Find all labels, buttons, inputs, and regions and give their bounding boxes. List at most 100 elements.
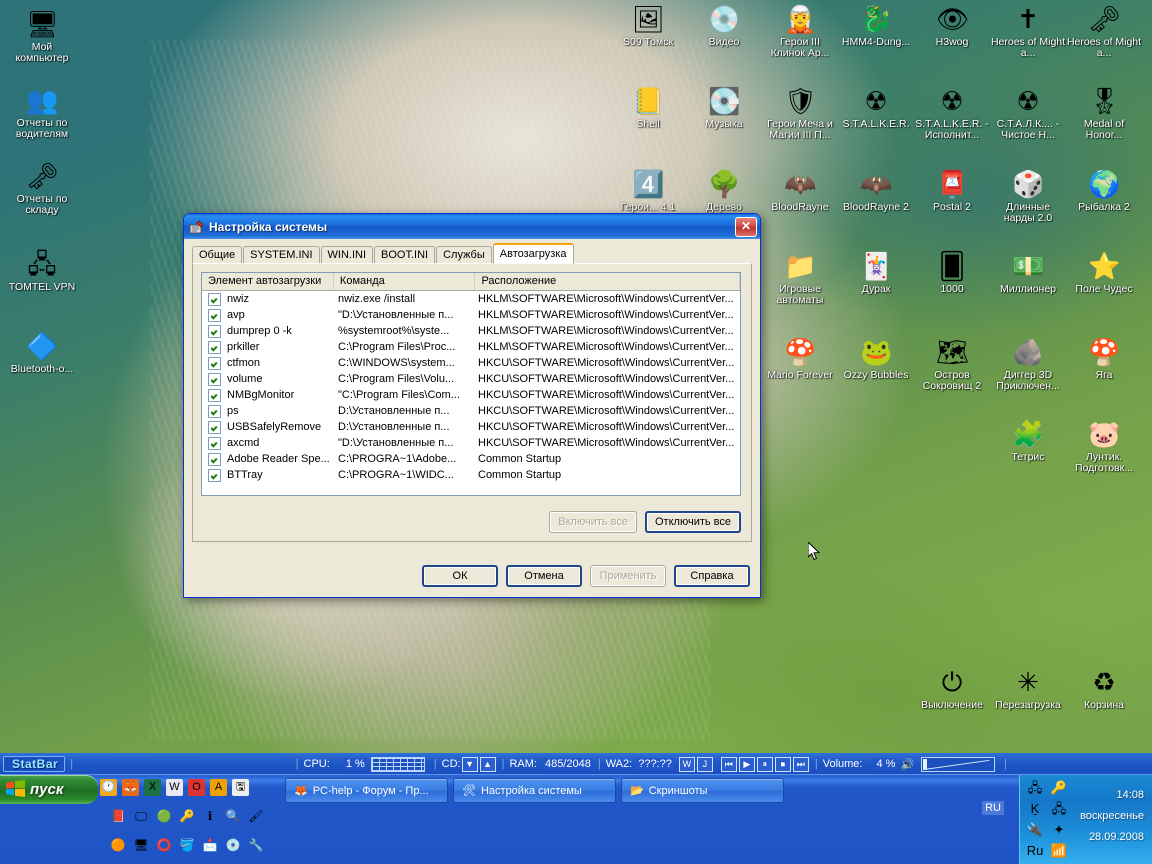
extra-tray-row-1[interactable]: 📕 🖵 🟢 🔑 ℹ 🔍 🖌 [110, 808, 264, 824]
column-header-0[interactable]: Элемент автозагрузки [202, 273, 334, 290]
desktop-icon-stalker-radiation-2-icon[interactable]: ☢ S.T.A.L.K.E.R. - Исполнит... [914, 85, 990, 141]
desktop-icon-application-icon[interactable]: 🖼 S09 Томск [610, 3, 686, 48]
desktop-icon-pole-chudes-icon[interactable]: ⭐ Поле Чудес [1066, 250, 1142, 295]
row-checkbox[interactable] [208, 420, 221, 434]
table-row[interactable]: ctfmon C:\WINDOWS\system... HKCU\SOFTWARE\… [202, 355, 740, 371]
desktop-icon-tree-icon[interactable]: 🌳 Дерево [686, 168, 762, 213]
statbar-toolbar[interactable]: StatBar | | CPU: 1 % | CD: ▼ ▲ | RAM: 48… [0, 753, 1152, 775]
dialog-tab-strip[interactable]: Общие SYSTEM.INI WIN.INI BOOT.INI Службы Авто… [192, 243, 575, 264]
cd-eject-up-icon[interactable]: ▲ [479, 756, 496, 772]
taskbar-window-2[interactable]: 📂 Скриншоты [621, 778, 784, 803]
media-play-icon[interactable]: ▶ [738, 756, 755, 772]
desktop-icon-fishing2-icon[interactable]: 🌍 Рыбалка 2 [1066, 168, 1142, 213]
desktop-icon-thousand-cards-icon[interactable]: 🂠 1000 [914, 250, 990, 295]
media-next-icon[interactable]: ⏭ [792, 756, 809, 772]
desktop-icon-dvd-folder-icon[interactable]: 💿 Видео [686, 3, 762, 48]
extra-tray-row-2[interactable]: 🟠 🖥 ⭕ 🪣 📩 💿 🔧 [110, 837, 264, 853]
extra-tray-a-icon-1[interactable]: 🖵 [133, 808, 149, 824]
taskbar-window-0[interactable]: 🦊 PC-help - Форум - Пр... [285, 778, 448, 803]
avira-icon[interactable]: A [210, 779, 227, 796]
desktop-icon-vpn-connection-icon[interactable]: 🖧 TOMTEL VPN [4, 248, 80, 293]
winamp-button-j[interactable]: J [696, 756, 713, 772]
winamp-button-w[interactable]: W [678, 756, 695, 772]
desktop-icon-shell-tc-icon[interactable]: 📒 Shell [610, 85, 686, 130]
clock-icon[interactable]: 🕐 [100, 779, 117, 796]
desktop-icon-warehouse-report-icon[interactable]: 🗝 Отчеты по складу [4, 160, 80, 216]
table-row[interactable]: USBSafelyRemove D:\Установленные п... HKCU… [202, 419, 740, 435]
taskbar-window-1[interactable]: 🛠 Настройка системы [453, 778, 616, 803]
desktop-icon-music-folder-icon[interactable]: 💽 Музыка [686, 85, 762, 130]
startup-list[interactable]: Элемент автозагрузки Команда Расположение … [201, 272, 741, 496]
row-checkbox[interactable] [208, 452, 221, 466]
extra-tray-a-icon-2[interactable]: 🟢 [156, 808, 172, 824]
row-checkbox[interactable] [208, 468, 221, 482]
desktop-icon-restart-icon[interactable]: ✳ Перезагрузка [990, 666, 1066, 711]
table-row[interactable]: BTTray C:\PROGRA~1\WIDC... Common Startup [202, 467, 740, 483]
extra-tray-a-icon-3[interactable]: 🔑 [179, 808, 195, 824]
desktop-icon-medal-of-honor-icon[interactable]: 🎖 Medal of Honor... [1066, 85, 1142, 141]
desktop-icon-hmm4-dungeon-icon[interactable]: 🐉 HMM4-Dung... [838, 3, 914, 48]
row-checkbox[interactable] [208, 388, 221, 402]
table-row[interactable]: nwiz nwiz.exe /install HKLM\SOFTWARE\Micro… [202, 291, 740, 307]
row-checkbox[interactable] [208, 356, 221, 370]
ok-button[interactable]: ОК [422, 565, 498, 587]
table-row[interactable]: dumprep 0 -k %systemroot%\syste... HKLM\SO… [202, 323, 740, 339]
tab-1[interactable]: SYSTEM.INI [243, 246, 320, 264]
extra-tray-a-icon-4[interactable]: ℹ [202, 808, 218, 824]
desktop-icon-heroes-might-2-icon[interactable]: 🗝 Heroes of Might a... [1066, 3, 1142, 59]
tab-0[interactable]: Общие [192, 246, 243, 264]
language-indicator[interactable]: RU [982, 801, 1004, 815]
close-icon[interactable]: ✕ [735, 216, 757, 237]
column-header-2[interactable]: Расположение [475, 273, 740, 290]
extra-tray-b-icon-6[interactable]: 🔧 [248, 837, 264, 853]
enable-all-button[interactable]: Включить все [549, 511, 637, 533]
tray-icon-6[interactable]: Ru [1026, 842, 1044, 860]
desktop-icon-ozzy-bubbles-icon[interactable]: 🐸 Ozzy Bubbles [838, 336, 914, 381]
table-row[interactable]: prkiller C:\Program Files\Proc... HKLM\SOF… [202, 339, 740, 355]
opera-icon[interactable]: O [188, 779, 205, 796]
tab-5[interactable]: Автозагрузка [492, 243, 574, 264]
winamp-mode-buttons[interactable]: WJ [678, 756, 714, 772]
tray-icon-0[interactable]: 🖧 [1026, 779, 1044, 797]
tray-icon-2[interactable]: Ḵ [1026, 800, 1044, 818]
table-row[interactable]: NMBgMonitor "C:\Program Files\Com... HKCU\… [202, 387, 740, 403]
table-row[interactable]: avp "D:\Установленные п... HKLM\SOFTWARE\M… [202, 307, 740, 323]
apply-button[interactable]: Применить [590, 565, 666, 587]
desktop-icon-bloodrayne-icon[interactable]: 🦇 BloodRayne [762, 168, 838, 213]
tab-4[interactable]: Службы [436, 246, 492, 264]
media-pause-icon[interactable]: ⏸ [756, 756, 773, 772]
tab-3[interactable]: BOOT.INI [374, 246, 436, 264]
desktop-icon-stalker-radiation-icon[interactable]: ☢ S.T.A.L.K.E.R. [838, 85, 914, 130]
desktop-icon-backgammon-icon[interactable]: 🎲 Длинные нарды 2.0 [990, 168, 1066, 224]
desktop-icon-my-computer-icon[interactable]: 🖥 Мой компьютер [4, 8, 80, 64]
row-checkbox[interactable] [208, 340, 221, 354]
table-row[interactable]: ps D:\Установленные п... HKCU\SOFTWARE\Mic… [202, 403, 740, 419]
desktop-icon-tetris-icon[interactable]: 🧩 Тетрис [990, 418, 1066, 463]
row-checkbox[interactable] [208, 404, 221, 418]
desktop-icon-heroes4-icon[interactable]: 4️⃣ Герои... 4.1 [610, 168, 686, 213]
save-icon[interactable]: 🖫 [232, 779, 249, 796]
desktop-icon-postal2-icon[interactable]: 📮 Postal 2 [914, 168, 990, 213]
column-header-1[interactable]: Команда [334, 273, 476, 290]
taskbar-window-buttons[interactable]: 🦊 PC-help - Форум - Пр... 🛠 Настройка систе… [285, 778, 784, 803]
table-row[interactable]: volume C:\Program Files\Volu... HKCU\SOFTW… [202, 371, 740, 387]
extra-tray-b-icon-5[interactable]: 💿 [225, 837, 241, 853]
media-stop-icon[interactable]: ⏹ [774, 756, 791, 772]
help-button[interactable]: Справка [674, 565, 750, 587]
extra-tray-a-icon-5[interactable]: 🔍 [225, 808, 241, 824]
desktop-icon-digger3d-icon[interactable]: 🪨 Диггер 3D Приключен... [990, 336, 1066, 392]
desktop-icon-millionaire-icon[interactable]: 💵 Миллионер [990, 250, 1066, 295]
extra-tray-b-icon-3[interactable]: 🪣 [179, 837, 195, 853]
extra-tray-a-icon-0[interactable]: 📕 [110, 808, 126, 824]
excel-icon[interactable]: Ⅹ [144, 779, 161, 796]
table-row[interactable]: axcmd "D:\Установленные п... HKCU\SOFTWARE… [202, 435, 740, 451]
row-checkbox[interactable] [208, 308, 221, 322]
tray-icon-grid[interactable]: 🖧 🔑 Ḵ 🖧 🔌 ✦ Ru 📶 [1026, 779, 1070, 860]
firefox-icon[interactable]: 🦊 [122, 779, 139, 796]
tray-icon-7[interactable]: 📶 [1050, 842, 1068, 860]
row-checkbox[interactable] [208, 292, 221, 306]
desktop-icon-users-report-icon[interactable]: 👥 Отчеты по водителям [4, 84, 80, 140]
cancel-button[interactable]: Отмена [506, 565, 582, 587]
row-checkbox[interactable] [208, 436, 221, 450]
taskbar[interactable]: пуск 🕐 🦊 Ⅹ W O A 🖫 🦊 PC-help - Форум - Пр... 🛠 На… [0, 774, 1152, 864]
